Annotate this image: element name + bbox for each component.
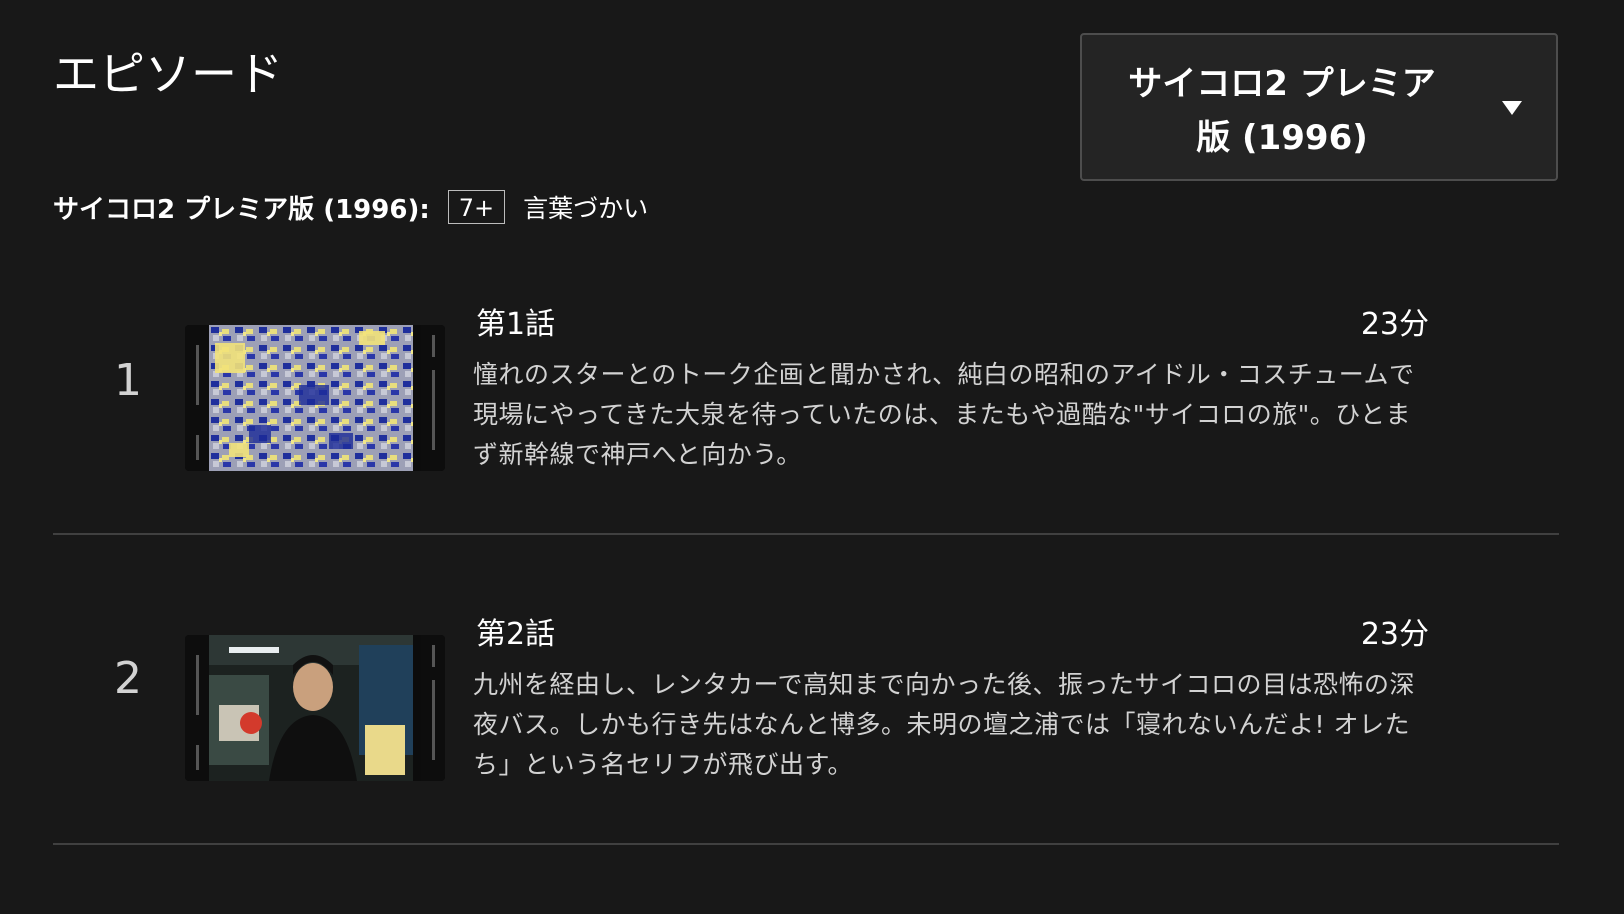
episode-number: 1 — [114, 355, 142, 406]
episode-number: 2 — [114, 653, 142, 704]
rating-season-name: サイコロ2 プレミア版 (1996): — [53, 194, 430, 225]
episode-thumbnail[interactable] — [185, 635, 445, 781]
thumbnail-image — [209, 635, 413, 781]
episode-duration: 23分 — [1360, 307, 1429, 342]
thumbnail-side-bar — [421, 635, 445, 781]
season-selector-dropdown[interactable]: サイコロ2 プレミア版 (1996) — [1080, 33, 1558, 181]
thumbnail-side-bar — [421, 325, 445, 471]
episode-duration: 23分 — [1360, 617, 1429, 652]
episode-divider — [53, 533, 1559, 535]
maturity-rating-line: サイコロ2 プレミア版 (1996): 7+ 言葉づかい — [53, 188, 648, 226]
episode-item[interactable]: 2 第2話 23分 九州を経由し、レンタカーで高知まで向かった後、振ったサイコロ… — [53, 595, 1559, 845]
maturity-rating-badge: 7+ — [447, 190, 506, 224]
thumbnail-image — [209, 325, 413, 471]
episode-title: 第1話 — [476, 307, 556, 342]
episode-divider — [53, 843, 1559, 845]
season-selector-label: サイコロ2 プレミア版 (1996) — [1128, 64, 1436, 158]
thumbnail-side-bar — [185, 635, 209, 781]
page-title: エピソード — [53, 47, 283, 101]
rating-descriptor: 言葉づかい — [523, 194, 649, 223]
thumbnail-side-bar — [185, 325, 209, 471]
episode-synopsis: 憧れのスターとのトーク企画と聞かされ、純白の昭和のアイドル・コスチュームで現場に… — [473, 360, 1415, 469]
episode-title: 第2話 — [476, 617, 556, 652]
episode-item[interactable]: 1 第1話 23分 憧れのスターとのトーク企画と聞かされ、純白の昭和のアイドル・… — [53, 285, 1559, 535]
caret-down-icon — [1502, 101, 1522, 115]
episode-thumbnail[interactable] — [185, 325, 445, 471]
episode-synopsis: 九州を経由し、レンタカーで高知まで向かった後、振ったサイコロの目は恐怖の深夜バス… — [473, 670, 1416, 779]
